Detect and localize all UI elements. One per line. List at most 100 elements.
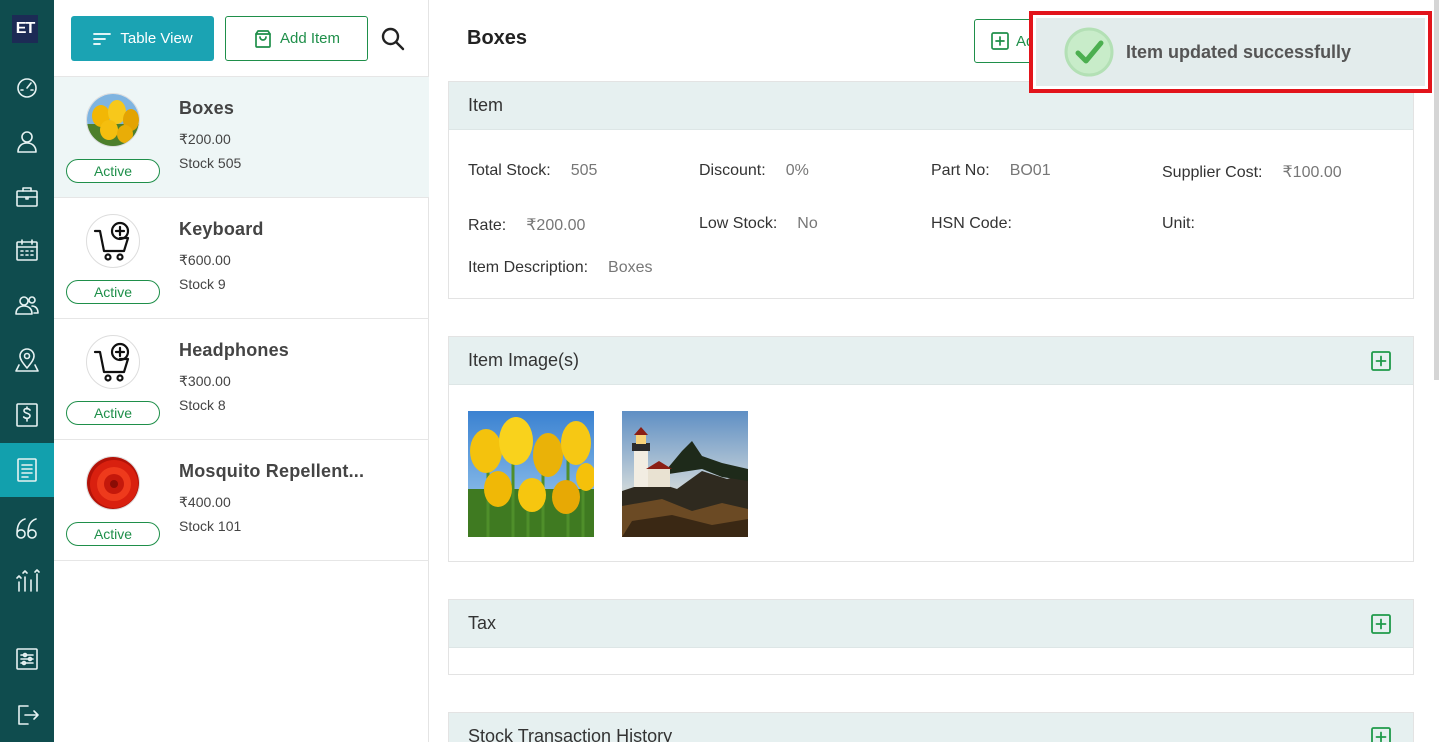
add-stock-transaction-button[interactable] xyxy=(1370,726,1392,742)
shopping-bag-icon xyxy=(255,29,271,48)
red-flower-image xyxy=(87,457,139,509)
plus-square-icon xyxy=(991,32,1009,50)
nav-reports[interactable] xyxy=(0,554,54,608)
calendar-icon xyxy=(16,239,38,261)
add-tax-button[interactable] xyxy=(1370,613,1392,635)
cart-icon xyxy=(93,221,130,261)
field-label: Supplier Cost: xyxy=(1162,164,1263,181)
field-label: Item Description: xyxy=(468,259,589,276)
lighthouse-photo xyxy=(622,411,748,537)
quote-icon xyxy=(16,518,37,539)
field-label: HSN Code: xyxy=(931,215,1012,232)
item-name: Mosquito Repellent... xyxy=(179,461,365,481)
nav-dashboard[interactable] xyxy=(0,60,54,114)
field-label: Total Stock: xyxy=(468,162,551,179)
item-image-tulips[interactable] xyxy=(468,411,594,537)
stock-history-header: Stock Transaction History xyxy=(449,713,1413,742)
field-value: ₹100.00 xyxy=(1282,164,1342,181)
tulips-photo xyxy=(468,411,594,537)
nav-settings[interactable] xyxy=(0,632,54,686)
item-price: ₹200.00 xyxy=(179,131,231,147)
item-thumbnail xyxy=(86,214,140,268)
item-image-lighthouse[interactable] xyxy=(622,411,748,537)
item-name: Boxes xyxy=(179,98,235,118)
item-section-title: Item xyxy=(468,95,504,115)
nav-jobs[interactable] xyxy=(0,169,54,223)
tax-section-header: Tax xyxy=(449,600,1413,648)
list-icon xyxy=(17,458,37,482)
list-item[interactable]: Active Keyboard ₹600.00 Stock 9 xyxy=(54,198,429,319)
nav-quotes[interactable] xyxy=(0,499,54,553)
field-label: Unit: xyxy=(1162,215,1195,232)
users-icon xyxy=(15,296,39,315)
tulips-image xyxy=(87,94,139,146)
field-label: Part No: xyxy=(931,162,990,179)
table-view-label: Table View xyxy=(120,30,193,47)
nav-customers[interactable] xyxy=(0,278,54,332)
nav-calendar[interactable] xyxy=(0,223,54,277)
item-list: Active Boxes ₹200.00 Stock 505 Active Ke… xyxy=(54,76,429,561)
field-label: Discount: xyxy=(699,162,766,179)
search-button[interactable] xyxy=(380,26,406,52)
field-hsn-code: HSN Code: xyxy=(931,215,1032,233)
check-circle-icon xyxy=(1063,26,1115,78)
item-stock: Stock 101 xyxy=(179,518,242,534)
nav-billing[interactable] xyxy=(0,388,54,442)
plus-square-icon xyxy=(1371,727,1391,742)
list-item[interactable]: Active Mosquito Repellent... ₹400.00 Sto… xyxy=(54,440,429,561)
dashboard-icon xyxy=(17,78,37,98)
nav-logout[interactable] xyxy=(0,688,54,742)
search-icon xyxy=(381,27,405,51)
logout-icon xyxy=(18,705,39,725)
page-title: Boxes xyxy=(467,27,528,49)
field-rate: Rate: ₹200.00 xyxy=(468,215,585,235)
item-stock: Stock 8 xyxy=(179,397,226,413)
list-item[interactable]: Active Headphones ₹300.00 Stock 8 xyxy=(54,319,429,440)
field-value: Boxes xyxy=(608,259,653,276)
field-label: Low Stock: xyxy=(699,215,778,232)
status-badge: Active xyxy=(66,522,160,546)
item-price: ₹600.00 xyxy=(179,252,231,268)
cart-icon xyxy=(93,342,130,382)
field-total-stock: Total Stock: 505 xyxy=(468,162,597,180)
field-value: No xyxy=(797,215,818,232)
status-badge: Active xyxy=(66,280,160,304)
app-logo[interactable]: ET xyxy=(12,15,38,43)
item-thumbnail xyxy=(86,456,140,510)
nav-users[interactable] xyxy=(0,114,54,168)
scrollbar[interactable] xyxy=(1434,0,1439,380)
field-value: 505 xyxy=(570,162,598,179)
analytics-icon xyxy=(16,569,40,592)
plus-square-icon xyxy=(1371,614,1391,634)
sort-lines-icon xyxy=(93,32,112,45)
table-view-button[interactable]: Table View xyxy=(71,16,214,61)
toast-notification: Item updated successfully xyxy=(1029,11,1432,93)
field-value: BO01 xyxy=(1009,162,1051,179)
status-badge: Active xyxy=(66,401,160,425)
add-image-button[interactable] xyxy=(1370,350,1392,372)
nav-items[interactable] xyxy=(0,443,54,497)
plus-square-icon xyxy=(1371,351,1391,371)
add-item-button[interactable]: Add Item xyxy=(225,16,368,61)
item-thumbnail xyxy=(86,93,140,147)
field-supplier-cost: Supplier Cost: ₹100.00 xyxy=(1162,162,1342,182)
tax-section-title: Tax xyxy=(468,613,497,633)
stock-history-card: Stock Transaction History xyxy=(448,712,1414,742)
item-detail: Boxes Ad Item Total Stock: 505 Discount: 0… xyxy=(430,0,1439,742)
item-images-card: Item Image(s) xyxy=(448,336,1414,562)
field-description: Item Description: Boxes xyxy=(468,259,653,277)
app-window: ET Table View Add Item Active Boxes ₹200… xyxy=(0,0,1439,742)
add-item-label: Add Item xyxy=(279,30,341,47)
list-item[interactable]: Active Boxes ₹200.00 Stock 505 xyxy=(54,77,429,198)
tax-card: Tax xyxy=(448,599,1414,675)
item-price: ₹300.00 xyxy=(179,373,231,389)
item-info-card: Item Total Stock: 505 Discount: 0% Part No… xyxy=(448,81,1414,299)
user-icon xyxy=(17,131,37,153)
status-badge: Active xyxy=(66,159,160,183)
images-section-title: Item Image(s) xyxy=(468,350,580,370)
item-stock: Stock 9 xyxy=(179,276,226,292)
item-stock: Stock 505 xyxy=(179,155,242,171)
nav-locations[interactable] xyxy=(0,333,54,387)
images-section-header: Item Image(s) xyxy=(449,337,1413,385)
field-low-stock: Low Stock: No xyxy=(699,215,818,233)
